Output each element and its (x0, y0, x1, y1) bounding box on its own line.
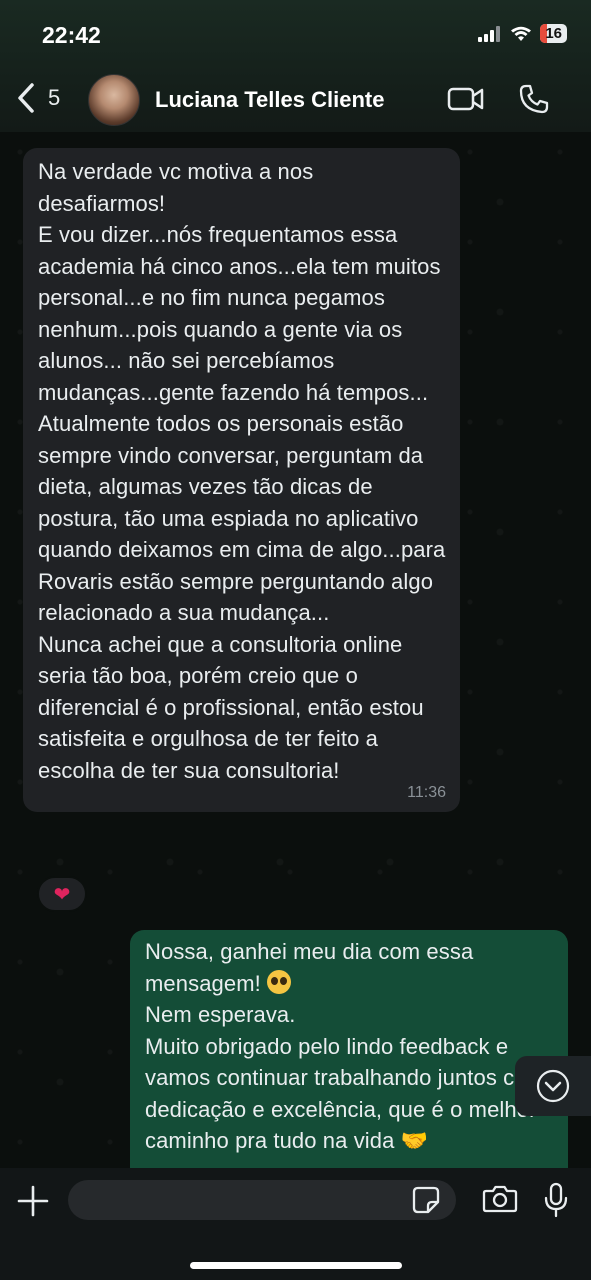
message-line: Nossa, ganhei meu dia com essa mensagem! (145, 939, 480, 996)
microphone-icon[interactable] (544, 1182, 568, 1218)
message-time: 11:36 (407, 784, 446, 801)
unread-count: 5 (48, 85, 61, 110)
camera-icon[interactable] (482, 1184, 518, 1214)
message-input[interactable] (68, 1180, 456, 1220)
pleading-face-icon (267, 969, 292, 994)
avatar[interactable] (88, 74, 140, 126)
chat-header: 22:42 16 5 Luciana Telles Cliente (0, 0, 591, 132)
heart-icon: ❤ (53, 883, 71, 906)
battery-level: 16 (545, 25, 562, 42)
incoming-message[interactable]: Na verdade vc motiva a nos desafiarmos! … (23, 148, 460, 812)
wifi-icon (511, 26, 532, 41)
video-call-icon[interactable] (447, 86, 485, 112)
phone-icon[interactable] (519, 84, 549, 114)
sticker-icon[interactable] (412, 1186, 440, 1214)
call-actions (447, 84, 549, 114)
signal-icon (478, 25, 501, 42)
status-bar: 22:42 16 (0, 0, 591, 70)
nav-bar: 5 Luciana Telles Cliente (0, 70, 591, 130)
message-text: Nossa, ganhei meu dia com essa mensagem! (145, 936, 556, 999)
outgoing-message[interactable]: Nossa, ganhei meu dia com essa mensagem!… (130, 930, 568, 1168)
message-text: Nem esperava. Muito obrigado pelo lindo … (145, 1002, 545, 1153)
scroll-to-bottom-button[interactable] (515, 1056, 591, 1116)
battery-indicator: 16 (540, 24, 567, 43)
heart-reaction[interactable]: ❤ (37, 876, 87, 912)
back-chevron-icon (18, 83, 34, 113)
chat-area[interactable]: Na verdade vc motiva a nos desafiarmos! … (0, 132, 591, 1168)
back-button[interactable]: 5 (16, 82, 60, 114)
contact-name[interactable]: Luciana Telles Cliente (155, 87, 384, 113)
message-text: Na verdade vc motiva a nos desafiarmos! … (38, 159, 446, 783)
clock: 22:42 (42, 22, 101, 48)
plus-icon[interactable] (16, 1184, 50, 1218)
chevron-down-icon (536, 1069, 570, 1103)
status-icons: 16 (478, 24, 567, 43)
home-indicator (190, 1262, 402, 1269)
